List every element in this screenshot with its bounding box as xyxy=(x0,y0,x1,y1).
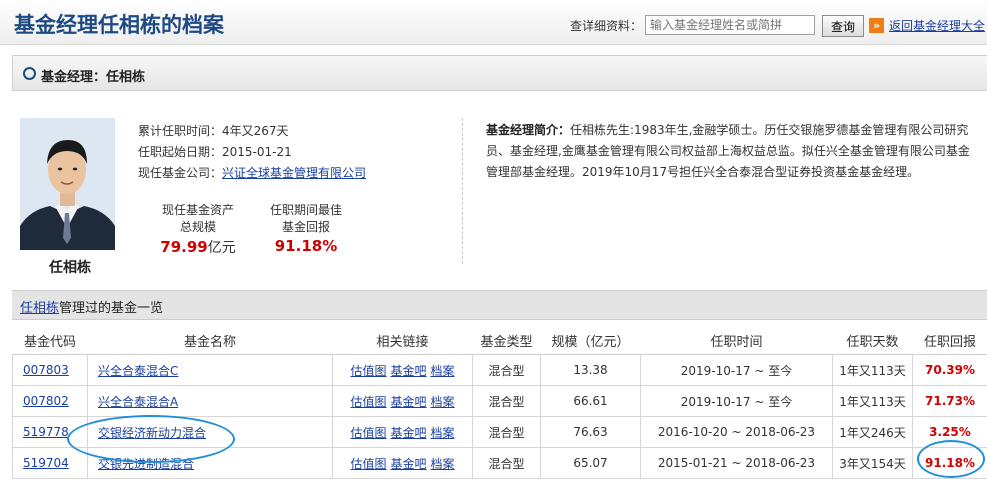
best-return-stat: 任职期间最佳 基金回报 91.18% xyxy=(256,201,356,255)
fund-name-link[interactable]: 兴全合泰混合C xyxy=(98,364,178,378)
back-to-manager-list-link[interactable]: 返回基金经理大全 xyxy=(889,17,985,34)
best-return-label-2: 基金回报 xyxy=(256,218,356,235)
fund-name-link[interactable]: 兴全合泰混合A xyxy=(98,395,178,409)
manager-section-title: 基金经理：任相栋 xyxy=(41,66,145,85)
fund-forum-link[interactable]: 基金吧 xyxy=(390,457,426,471)
fund-archive-link[interactable]: 档案 xyxy=(431,457,455,471)
start-date-value: 2015-01-21 xyxy=(222,145,292,159)
column-header: 任职回报 xyxy=(913,326,987,355)
fund-size: 76.63 xyxy=(541,417,641,448)
tenure-line: 累计任职时间：4年又267天 xyxy=(138,122,289,139)
tenure-label: 累计任职时间： xyxy=(138,124,222,138)
manager-photo xyxy=(20,118,115,250)
total-assets-label-2: 总规模 xyxy=(148,218,248,235)
column-header: 相关链接 xyxy=(333,326,473,355)
valuation-chart-link[interactable]: 估值图 xyxy=(350,364,386,378)
fund-archive-link[interactable]: 档案 xyxy=(431,395,455,409)
fund-archive-link[interactable]: 档案 xyxy=(431,426,455,440)
fund-list-header: 任相栋管理过的基金一览 xyxy=(12,290,987,320)
highlight-ellipse-best-return xyxy=(917,440,985,478)
double-arrow-icon: » xyxy=(869,18,884,33)
manager-name-link[interactable]: 任相栋 xyxy=(20,301,59,316)
fund-size: 13.38 xyxy=(541,355,641,386)
fund-type: 混合型 xyxy=(473,417,541,448)
portrait-image xyxy=(20,118,115,250)
tenure-period: 2015-01-21 ~ 2018-06-23 xyxy=(641,448,833,479)
table-header-row: 基金代码 基金名称 相关链接 基金类型 规模（亿元） 任职时间 任职天数 任职回… xyxy=(13,326,987,355)
table-row: 007803 兴全合泰混合C 估值图基金吧档案 混合型 13.38 2019-1… xyxy=(13,355,987,386)
tenure-days: 1年又113天 xyxy=(833,386,913,417)
fund-list-title-suffix: 管理过的基金一览 xyxy=(59,301,163,316)
manager-section-bar: 基金经理：任相栋 xyxy=(12,55,987,91)
tenure-days: 1年又113天 xyxy=(833,355,913,386)
fund-forum-link[interactable]: 基金吧 xyxy=(390,426,426,440)
tenure-period: 2019-10-17 ~ 至今 xyxy=(641,386,833,417)
total-assets-label-1: 现任基金资产 xyxy=(148,201,248,218)
fund-forum-link[interactable]: 基金吧 xyxy=(390,395,426,409)
manager-name: 任相栋 xyxy=(49,257,91,277)
bio-label: 基金经理简介： xyxy=(486,123,570,137)
fund-size: 65.07 xyxy=(541,448,641,479)
fund-type: 混合型 xyxy=(473,448,541,479)
top-bar: 基金经理任相栋的档案 查详细资料： 查询 » 返回基金经理大全 xyxy=(0,0,987,45)
tenure-value: 4年又267天 xyxy=(222,124,289,138)
fund-code-link[interactable]: 519704 xyxy=(23,456,69,470)
best-return-value: 91.18% xyxy=(275,237,337,255)
start-date-label: 任职起始日期： xyxy=(138,145,222,159)
manager-bio: 基金经理简介：任相栋先生:1983年生,金融学硕士。历任交银施罗德基金管理有限公… xyxy=(486,120,978,183)
valuation-chart-link[interactable]: 估值图 xyxy=(350,426,386,440)
fund-type: 混合型 xyxy=(473,386,541,417)
highlight-ellipse-fund-names xyxy=(67,415,235,463)
tenure-period: 2016-10-20 ~ 2018-06-23 xyxy=(641,417,833,448)
fund-code-link[interactable]: 007802 xyxy=(23,394,69,408)
best-return-label-1: 任职期间最佳 xyxy=(256,201,356,218)
search-input[interactable] xyxy=(645,15,815,35)
query-button[interactable]: 查询 xyxy=(822,15,864,37)
fund-list-title: 任相栋管理过的基金一览 xyxy=(20,297,163,316)
column-header: 基金类型 xyxy=(473,326,541,355)
search-label: 查详细资料： xyxy=(570,17,642,34)
column-header: 基金名称 xyxy=(88,326,333,355)
total-assets-value: 79.99 xyxy=(160,238,207,256)
column-header: 基金代码 xyxy=(13,326,88,355)
tenure-days: 3年又154天 xyxy=(833,448,913,479)
tenure-return: 70.39% xyxy=(913,355,987,386)
column-header: 任职天数 xyxy=(833,326,913,355)
tenure-period: 2019-10-17 ~ 至今 xyxy=(641,355,833,386)
page-title: 基金经理任相栋的档案 xyxy=(14,9,224,39)
company-line: 现任基金公司：兴证全球基金管理有限公司 xyxy=(138,164,366,181)
fund-type: 混合型 xyxy=(473,355,541,386)
start-date-line: 任职起始日期：2015-01-21 xyxy=(138,143,292,160)
fund-code-link[interactable]: 519778 xyxy=(23,425,69,439)
fund-size: 66.61 xyxy=(541,386,641,417)
valuation-chart-link[interactable]: 估值图 xyxy=(350,457,386,471)
circle-bullet-icon xyxy=(23,67,36,80)
tenure-return: 71.73% xyxy=(913,386,987,417)
vertical-divider xyxy=(462,118,463,264)
fund-code-link[interactable]: 007803 xyxy=(23,363,69,377)
valuation-chart-link[interactable]: 估值图 xyxy=(350,395,386,409)
fund-forum-link[interactable]: 基金吧 xyxy=(390,364,426,378)
tenure-days: 1年又246天 xyxy=(833,417,913,448)
company-label: 现任基金公司： xyxy=(138,166,222,180)
fund-archive-link[interactable]: 档案 xyxy=(431,364,455,378)
total-assets-unit: 亿元 xyxy=(208,240,236,256)
column-header: 任职时间 xyxy=(641,326,833,355)
total-assets-stat: 现任基金资产 总规模 79.99亿元 xyxy=(148,201,248,257)
column-header: 规模（亿元） xyxy=(541,326,641,355)
table-row: 007802 兴全合泰混合A 估值图基金吧档案 混合型 66.61 2019-1… xyxy=(13,386,987,417)
company-link[interactable]: 兴证全球基金管理有限公司 xyxy=(222,166,366,180)
